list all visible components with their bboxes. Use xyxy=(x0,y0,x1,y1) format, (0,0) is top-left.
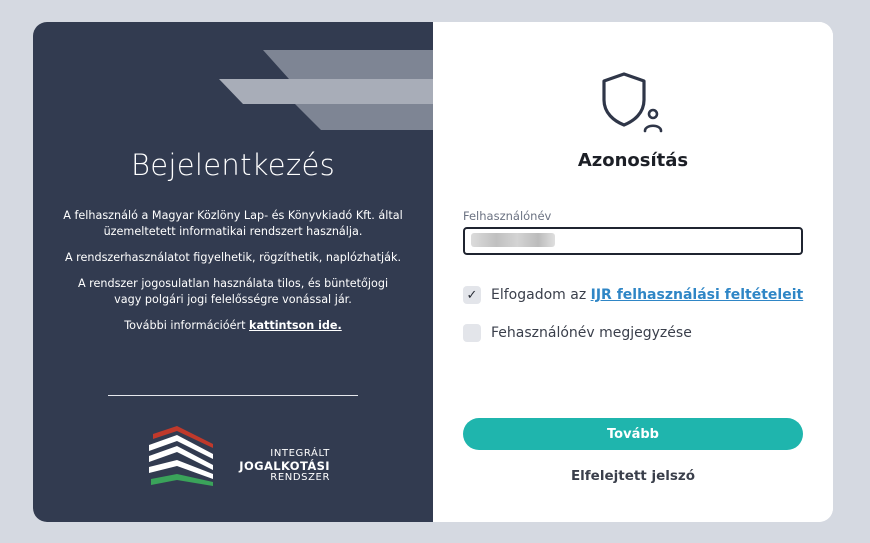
accept-terms-checkbox[interactable]: ✓ xyxy=(463,286,481,304)
forgot-password-link[interactable]: Elfelejtett jelszó xyxy=(433,468,833,484)
terms-link[interactable]: IJR felhasználási feltételeit xyxy=(591,287,804,303)
remember-username-checkbox[interactable] xyxy=(463,324,481,342)
notice-paragraph-3: A rendszer jogosulatlan használata tilos… xyxy=(77,277,389,306)
form-title: Azonosítás xyxy=(577,150,689,171)
decorative-stripes xyxy=(219,50,433,130)
logo-line-3: RENDSZER xyxy=(270,472,330,483)
login-form-panel: Azonosítás Felhasználónév ✓ Elfogadom az… xyxy=(433,22,833,522)
accept-terms-row[interactable]: ✓ Elfogadom az IJR felhasználási feltéte… xyxy=(463,286,803,304)
logo-line-2: JOGALKOTÁSI xyxy=(239,459,330,473)
check-icon: ✓ xyxy=(466,287,478,303)
info-panel: Bejelentkezés A felhasználó a Magyar Köz… xyxy=(33,22,433,522)
logo-stripes-icon xyxy=(149,426,213,486)
more-info-prefix: További információért xyxy=(124,319,250,332)
more-info-line: További információért kattintson ide. xyxy=(63,318,403,334)
notice-text: A felhasználó a Magyar Közlöny Lap- és K… xyxy=(63,208,403,344)
notice-paragraph-1: A felhasználó a Magyar Közlöny Lap- és K… xyxy=(63,209,403,238)
remember-username-label: Fehasználónév megjegyzése xyxy=(491,325,692,341)
shield-user-icon xyxy=(602,72,663,133)
submit-button[interactable]: Tovább xyxy=(463,418,803,450)
logo-text: INTEGRÁLT JOGALKOTÁSI RENDSZER xyxy=(225,448,330,484)
redacted-username xyxy=(471,233,555,247)
page-title: Bejelentkezés xyxy=(130,148,336,182)
username-label: Felhasználónév xyxy=(463,209,552,223)
divider xyxy=(108,395,358,396)
more-info-link[interactable]: kattintson ide. xyxy=(249,319,342,332)
login-card: Bejelentkezés A felhasználó a Magyar Köz… xyxy=(33,22,833,522)
accept-terms-prefix: Elfogadom az xyxy=(491,287,587,303)
notice-paragraph-2: A rendszerhasználatot figyelhetik, rögzí… xyxy=(64,251,402,264)
remember-username-row[interactable]: Fehasználónév megjegyzése xyxy=(463,324,692,342)
ijr-logo: INTEGRÁLT JOGALKOTÁSI RENDSZER xyxy=(145,424,330,494)
